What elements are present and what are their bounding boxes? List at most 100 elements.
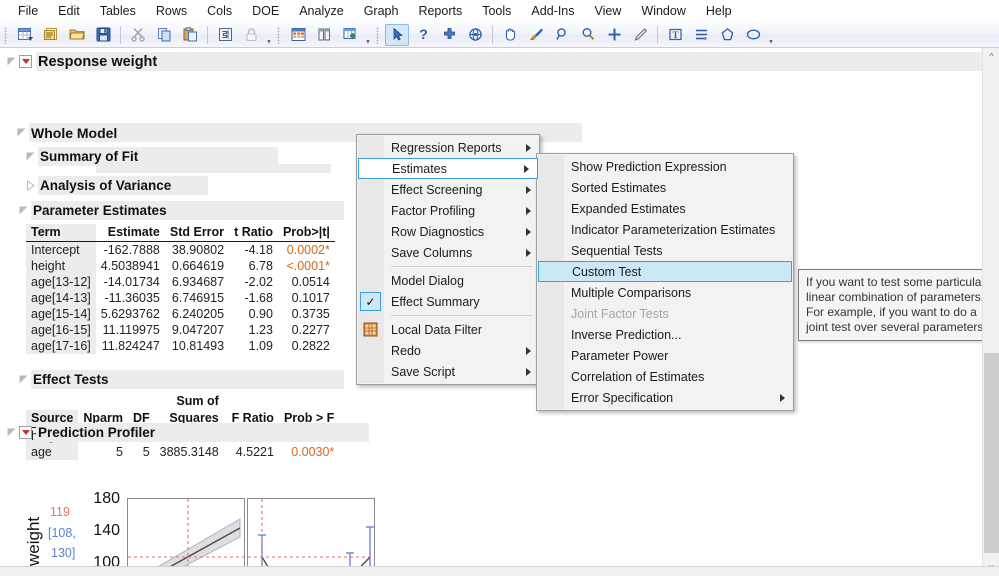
menu-item-model-dialog[interactable]: Model Dialog — [357, 270, 539, 291]
new-script-button[interactable] — [39, 24, 63, 46]
table-row[interactable]: age[14-13] -11.36035 6.746915 -1.68 0.10… — [26, 290, 335, 306]
columns-button[interactable] — [312, 24, 336, 46]
submenu-item-sequential-tests[interactable]: Sequential Tests — [537, 240, 793, 261]
script-window-button[interactable] — [213, 24, 237, 46]
menu-view[interactable]: View — [585, 2, 632, 21]
disclosure-open-icon[interactable] — [16, 127, 27, 138]
estimates-submenu[interactable]: Show Prediction Expression Sorted Estima… — [536, 153, 794, 411]
data-table-button[interactable] — [286, 24, 310, 46]
disclosure-closed-icon[interactable] — [25, 180, 36, 191]
submenu-item-expanded-estimates[interactable]: Expanded Estimates — [537, 198, 793, 219]
submenu-item-parameter-power[interactable]: Parameter Power — [537, 345, 793, 366]
lasso-tool-button[interactable] — [576, 24, 600, 46]
menu-item-regression-reports[interactable]: Regression Reports — [357, 137, 539, 158]
vertical-scrollbar[interactable]: ^ ˅ — [982, 48, 999, 576]
menu-item-estimates[interactable]: Estimates — [358, 158, 538, 179]
red-triangle-context-menu[interactable]: Regression Reports Estimates Effect Scre… — [356, 134, 540, 385]
lock-button[interactable] — [239, 24, 263, 46]
submenu-item-show-prediction-expression[interactable]: Show Prediction Expression — [537, 156, 793, 177]
disclosure-open-icon[interactable] — [6, 427, 17, 438]
red-triangle-menu-button[interactable] — [19, 55, 32, 68]
new-data-table-button[interactable] — [13, 24, 37, 46]
cell-t-ratio: 1.23 — [229, 322, 278, 338]
toolbar-grip[interactable] — [375, 26, 382, 44]
profiler-panel-age[interactable] — [247, 498, 375, 576]
new-column-button[interactable] — [338, 24, 362, 46]
table-row[interactable]: Intercept -162.7888 38.90802 -4.18 0.000… — [26, 242, 335, 259]
toolbar-grip[interactable] — [276, 26, 283, 44]
outline-analysis-of-variance[interactable]: Analysis of Variance — [25, 175, 208, 196]
toolbar-overflow-button[interactable] — [363, 24, 372, 46]
menu-analyze[interactable]: Analyze — [289, 2, 353, 21]
profiler-current-prediction-value[interactable]: 119 — [50, 505, 70, 519]
cut-button[interactable] — [126, 24, 150, 46]
line-tool-button[interactable] — [689, 24, 713, 46]
menu-item-save-script[interactable]: Save Script — [357, 361, 539, 382]
disclosure-open-icon[interactable] — [6, 56, 17, 67]
paintbrush-tool-button[interactable] — [524, 24, 548, 46]
menu-rows[interactable]: Rows — [146, 2, 197, 21]
menu-graph[interactable]: Graph — [354, 2, 409, 21]
chevron-right-icon — [526, 207, 531, 215]
menu-add-ins[interactable]: Add-Ins — [521, 2, 584, 21]
scroll-up-arrow-icon[interactable]: ^ — [983, 48, 999, 65]
save-button[interactable] — [91, 24, 115, 46]
submenu-item-indicator-parameterization-estimates[interactable]: Indicator Parameterization Estimates — [537, 219, 793, 240]
arrow-select-tool-button[interactable] — [385, 24, 409, 46]
menu-item-effect-summary[interactable]: ✓ Effect Summary — [357, 291, 539, 312]
menu-help[interactable]: Help — [696, 2, 742, 21]
crosshair-tool-button[interactable] — [437, 24, 461, 46]
paste-button[interactable] — [178, 24, 202, 46]
submenu-item-error-specification[interactable]: Error Specification — [537, 387, 793, 408]
outline-parameter-estimates[interactable]: Parameter Estimates — [18, 200, 344, 221]
magnifier-tool-button[interactable] — [550, 24, 574, 46]
toolbar-overflow-button[interactable] — [264, 24, 273, 46]
menu-item-factor-profiling[interactable]: Factor Profiling — [357, 200, 539, 221]
table-row[interactable]: age[16-15] 11.119975 9.047207 1.23 0.227… — [26, 322, 335, 338]
outline-effect-tests[interactable]: Effect Tests — [18, 369, 344, 390]
menu-doe[interactable]: DOE — [242, 2, 289, 21]
scrollbar-thumb[interactable] — [984, 353, 999, 553]
red-triangle-menu-button[interactable] — [19, 426, 32, 439]
menu-item-local-data-filter[interactable]: Local Data Filter — [357, 319, 539, 340]
menu-item-save-columns[interactable]: Save Columns — [357, 242, 539, 263]
menu-item-redo[interactable]: Redo — [357, 340, 539, 361]
copy-button[interactable] — [152, 24, 176, 46]
annotate-tool-button[interactable] — [628, 24, 652, 46]
open-file-button[interactable] — [65, 24, 89, 46]
toolbar-grip[interactable] — [3, 26, 10, 44]
menu-cols[interactable]: Cols — [197, 2, 242, 21]
toolbar-overflow-button[interactable] — [766, 24, 775, 46]
menu-file[interactable]: File — [8, 2, 48, 21]
menu-edit[interactable]: Edit — [48, 2, 90, 21]
submenu-item-correlation-of-estimates[interactable]: Correlation of Estimates — [537, 366, 793, 387]
menu-item-effect-screening[interactable]: Effect Screening — [357, 179, 539, 200]
table-row[interactable]: height 4.5038941 0.664619 6.78 <.0001* — [26, 258, 335, 274]
menu-reports[interactable]: Reports — [408, 2, 472, 21]
disclosure-open-icon[interactable] — [18, 205, 29, 216]
submenu-item-inverse-prediction[interactable]: Inverse Prediction... — [537, 324, 793, 345]
prediction-profiler-chart[interactable]: weight 119 [108, 130] 180 140 100 60 — [0, 446, 400, 576]
crosshairs-plus-tool-button[interactable] — [602, 24, 626, 46]
table-row[interactable]: age[17-16] 11.824247 10.81493 1.09 0.282… — [26, 338, 335, 354]
submenu-item-multiple-comparisons[interactable]: Multiple Comparisons — [537, 282, 793, 303]
menu-tables[interactable]: Tables — [90, 2, 146, 21]
text-tool-button[interactable]: T — [663, 24, 687, 46]
outline-response-weight[interactable]: Response weight — [6, 51, 999, 72]
table-row[interactable]: age[15-14] 5.6293762 6.240205 0.90 0.373… — [26, 306, 335, 322]
help-tool-button[interactable]: ? — [411, 24, 435, 46]
table-row[interactable]: age[13-12] -14.01734 6.934687 -2.02 0.05… — [26, 274, 335, 290]
ellipse-tool-button[interactable] — [741, 24, 765, 46]
polygon-tool-button[interactable] — [715, 24, 739, 46]
brush-globe-tool-button[interactable] — [463, 24, 487, 46]
submenu-item-sorted-estimates[interactable]: Sorted Estimates — [537, 177, 793, 198]
grabber-hand-tool-button[interactable] — [498, 24, 522, 46]
profiler-panel-height[interactable] — [127, 498, 245, 576]
disclosure-open-icon[interactable] — [18, 374, 29, 385]
submenu-item-custom-test[interactable]: Custom Test — [538, 261, 792, 282]
menu-window[interactable]: Window — [631, 2, 695, 21]
outline-prediction-profiler[interactable]: Prediction Profiler — [6, 422, 369, 443]
menu-item-row-diagnostics[interactable]: Row Diagnostics — [357, 221, 539, 242]
menu-tools[interactable]: Tools — [472, 2, 521, 21]
disclosure-open-icon[interactable] — [25, 151, 36, 162]
